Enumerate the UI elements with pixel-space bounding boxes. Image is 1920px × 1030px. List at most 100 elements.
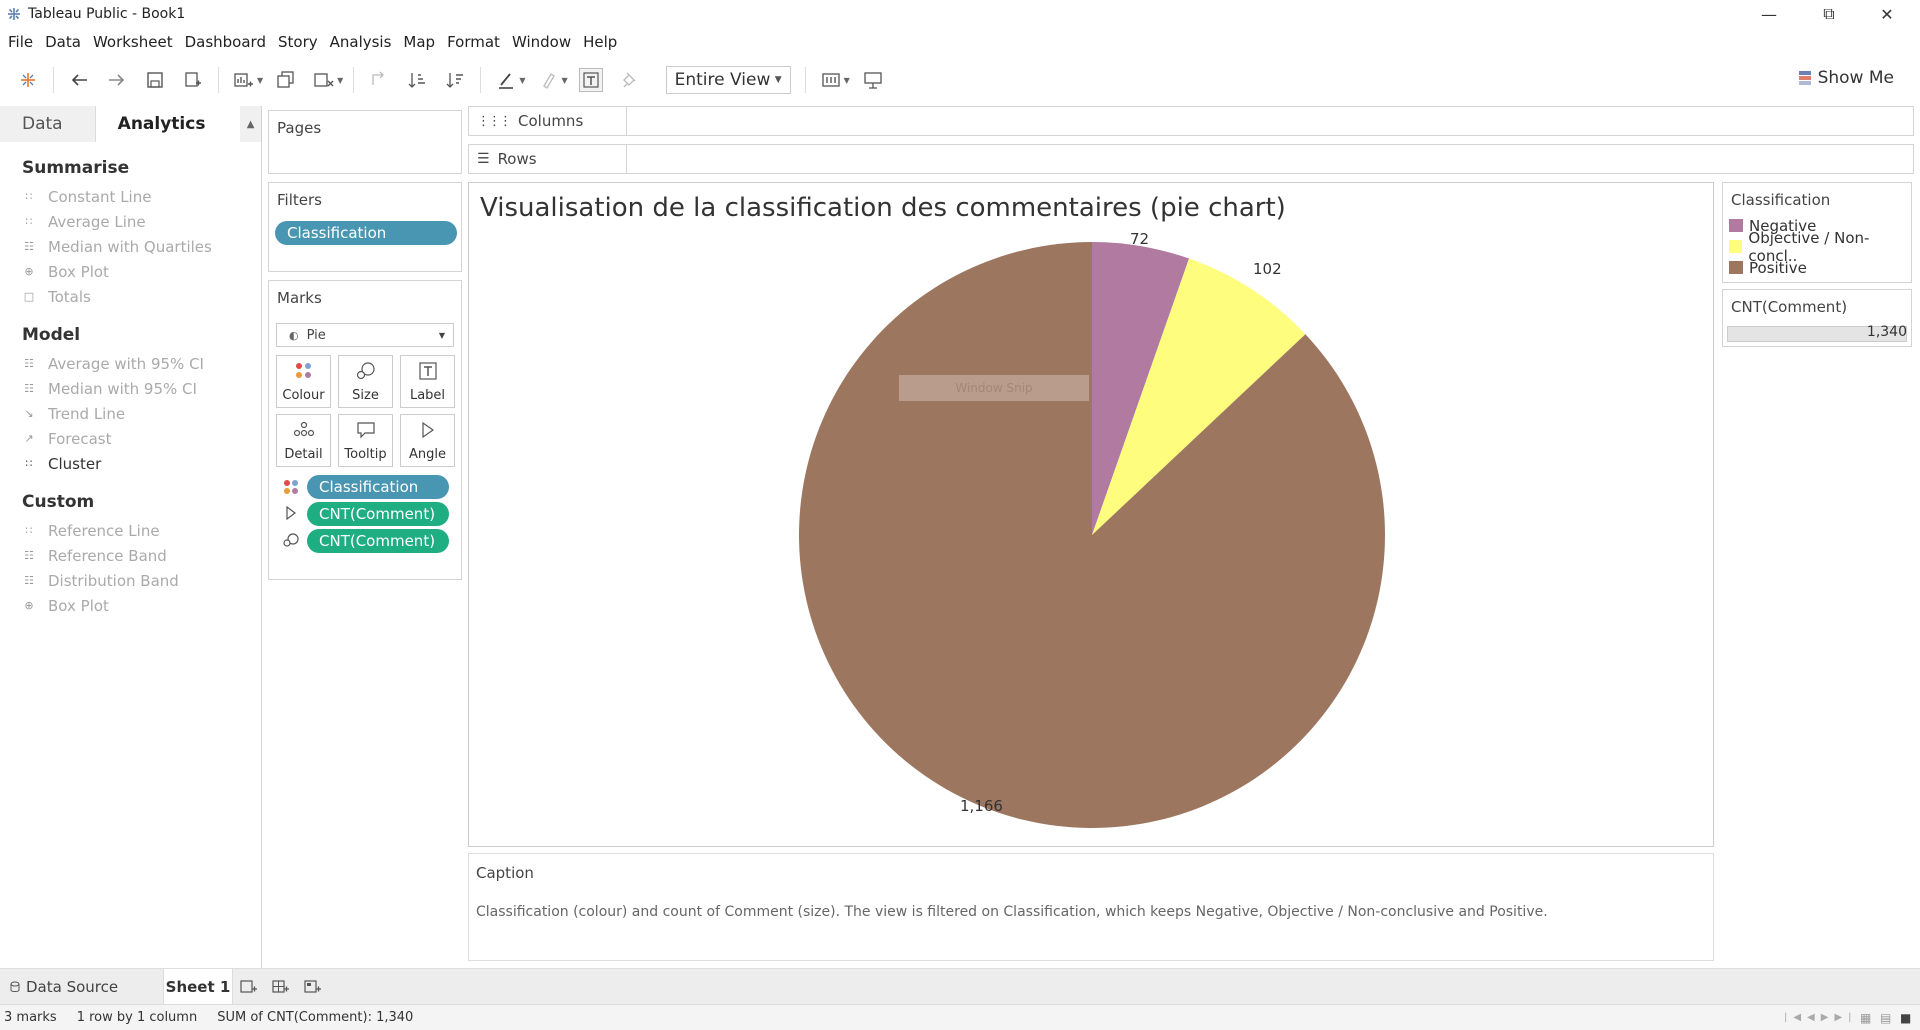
pie-chart[interactable] <box>469 183 1715 848</box>
marks-pill-cnt-comment-size[interactable]: CNT(Comment) <box>307 529 449 553</box>
marks-tooltip-button[interactable]: Tooltip <box>338 414 393 467</box>
marks-detail-button[interactable]: Detail <box>276 414 331 467</box>
sort-ascending-icon[interactable] <box>405 68 429 92</box>
tab-data[interactable]: Data <box>0 106 96 142</box>
new-datasource-icon[interactable] <box>181 68 205 92</box>
colour-legend[interactable]: Classification Negative Objective / Non-c… <box>1722 182 1912 283</box>
menu-window[interactable]: Window <box>506 33 577 51</box>
totals-icon: □ <box>23 290 35 303</box>
analytics-item[interactable]: ↗ Forecast <box>0 426 261 451</box>
analytics-item[interactable]: ☷ Distribution Band <box>0 568 261 593</box>
pages-card[interactable]: Pages <box>268 110 462 174</box>
sort-descending-icon[interactable] <box>443 68 467 92</box>
angle-label: Angle <box>409 447 446 462</box>
marks-size-button[interactable]: Size <box>338 355 393 408</box>
analytics-item-label: Constant Line <box>48 187 152 206</box>
new-worksheet-icon[interactable] <box>232 68 256 92</box>
legend-item[interactable]: Objective / Non-concl.. <box>1723 229 1911 265</box>
new-worksheet-dropdown-icon[interactable]: ▼ <box>257 76 263 85</box>
menu-format[interactable]: Format <box>441 33 506 51</box>
worksheet-view[interactable]: Visualisation de la classification des c… <box>468 182 1714 847</box>
sheet-tab-sheet1[interactable]: Sheet 1 <box>163 969 233 1005</box>
size-legend[interactable]: CNT(Comment) 1,340 <box>1722 289 1912 347</box>
data-source-tab[interactable]: Data Source <box>10 978 118 996</box>
cards-dropdown-icon[interactable]: ▼ <box>844 76 850 85</box>
colour-icon <box>295 363 311 378</box>
analytics-item[interactable]: ∷ Reference Line <box>0 518 261 543</box>
presentation-mode-icon[interactable] <box>861 68 885 92</box>
menu-file[interactable]: File <box>0 33 39 51</box>
analytics-item[interactable]: ☷ Reference Band <box>0 543 261 568</box>
status-sum: SUM of CNT(Comment): 1,340 <box>217 1010 414 1025</box>
menu-bar: File Data Worksheet Dashboard Story Anal… <box>0 30 623 54</box>
legend-swatch <box>1729 261 1743 274</box>
show-sheet-sorter-icon[interactable]: ▦ <box>1860 1011 1871 1025</box>
save-icon[interactable] <box>143 68 167 92</box>
show-filmstrip-icon[interactable]: ▤ <box>1880 1011 1891 1025</box>
undo-icon[interactable] <box>67 68 91 92</box>
menu-data[interactable]: Data <box>39 33 87 51</box>
menu-help[interactable]: Help <box>577 33 623 51</box>
legend-label: Positive <box>1749 258 1807 277</box>
menu-analysis[interactable]: Analysis <box>324 33 398 51</box>
analytics-item[interactable]: ☷ Median with 95% CI <box>0 376 261 401</box>
cards-icon[interactable] <box>819 68 843 92</box>
new-dashboard-tab-icon[interactable] <box>272 979 290 999</box>
analytics-item[interactable]: ∷ Cluster <box>0 451 261 476</box>
size-legend-title: CNT(Comment) <box>1731 298 1848 316</box>
show-tabs-icon[interactable]: ■ <box>1900 1011 1911 1025</box>
duplicate-sheet-icon[interactable] <box>274 68 298 92</box>
panel-menu-icon[interactable]: ▲ <box>240 106 261 142</box>
minimize-button[interactable]: — <box>1740 0 1798 28</box>
swap-icon[interactable] <box>367 68 391 92</box>
mark-type-select[interactable]: ◐ Pie ▼ <box>276 323 454 347</box>
filter-pill-classification[interactable]: Classification <box>275 221 457 245</box>
detail-label: Detail <box>284 447 323 462</box>
tableau-home-icon[interactable] <box>16 68 40 92</box>
group-dropdown-icon[interactable]: ▼ <box>561 76 567 85</box>
filters-card[interactable]: Filters Classification <box>268 182 462 272</box>
analytics-item-label: Median with 95% CI <box>48 379 197 398</box>
close-button[interactable]: ✕ <box>1858 0 1916 28</box>
menu-map[interactable]: Map <box>397 33 441 51</box>
legend-swatch <box>1729 219 1743 232</box>
analytics-item[interactable]: □ Totals <box>0 284 261 309</box>
analytics-item[interactable]: ☷ Median with Quartiles <box>0 234 261 259</box>
marks-angle-button[interactable]: Angle <box>400 414 455 467</box>
marks-pill-classification[interactable]: Classification <box>307 475 449 499</box>
highlight-dropdown-icon[interactable]: ▼ <box>519 76 525 85</box>
size-icon <box>356 362 375 380</box>
columns-shelf[interactable]: ⋮⋮⋮ Columns <box>468 106 1914 136</box>
rows-icon: ☰ <box>477 151 490 167</box>
new-story-tab-icon[interactable] <box>304 979 322 999</box>
sheet-navigation-icon[interactable]: |◀◀▶▶| <box>1784 1012 1858 1023</box>
analytics-item[interactable]: ∷ Average Line <box>0 209 261 234</box>
data-source-label: Data Source <box>26 978 119 996</box>
analytics-item-label: Trend Line <box>48 404 126 423</box>
marks-colour-button[interactable]: Colour <box>276 355 331 408</box>
redo-icon[interactable] <box>105 68 129 92</box>
show-me-button[interactable]: Show Me <box>1798 68 1894 88</box>
analytics-item[interactable]: ↘ Trend Line <box>0 401 261 426</box>
menu-worksheet[interactable]: Worksheet <box>87 33 179 51</box>
new-worksheet-tab-icon[interactable] <box>240 979 258 999</box>
analytics-item[interactable]: ⊕ Box Plot <box>0 259 261 284</box>
tab-analytics[interactable]: Analytics <box>95 106 241 142</box>
fix-axes-icon[interactable] <box>617 68 641 92</box>
menu-dashboard[interactable]: Dashboard <box>179 33 272 51</box>
rows-shelf[interactable]: ☰ Rows <box>468 144 1914 174</box>
analytics-item[interactable]: ⊕ Box Plot <box>0 593 261 618</box>
analytics-item[interactable]: ☷ Average with 95% CI <box>0 351 261 376</box>
marks-pill-cnt-comment-angle[interactable]: CNT(Comment) <box>307 502 449 526</box>
clear-sheet-icon[interactable] <box>312 68 336 92</box>
show-labels-icon[interactable] <box>578 68 603 92</box>
marks-label-button[interactable]: Label <box>400 355 455 408</box>
highlight-icon[interactable] <box>494 68 518 92</box>
analytics-item[interactable]: ∷ Constant Line <box>0 184 261 209</box>
angle-icon <box>421 421 434 439</box>
restore-button[interactable]: ⧉ <box>1800 0 1858 28</box>
group-members-icon[interactable] <box>536 68 560 92</box>
fit-dropdown[interactable]: Entire View ▼ <box>665 66 791 94</box>
clear-sheet-dropdown-icon[interactable]: ▼ <box>337 76 343 85</box>
menu-story[interactable]: Story <box>272 33 324 51</box>
